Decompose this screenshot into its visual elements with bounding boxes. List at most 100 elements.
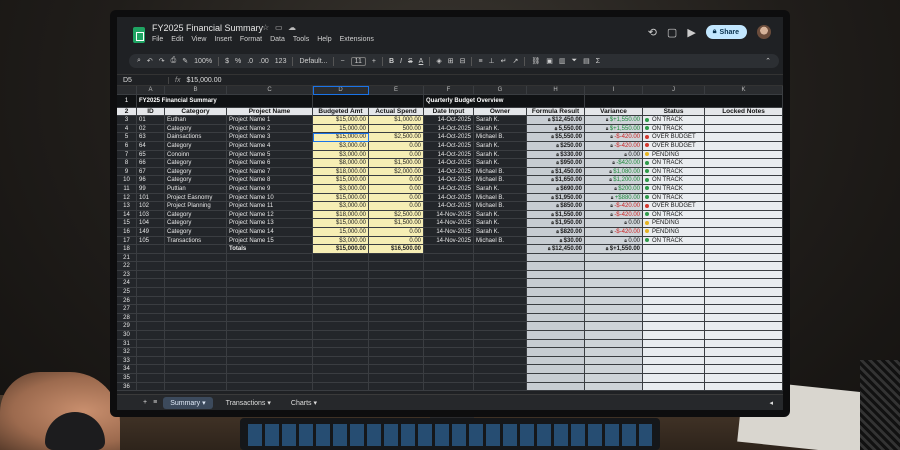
project-name-cell[interactable]: Project Name 9	[227, 184, 313, 194]
empty-cell[interactable]	[585, 262, 643, 271]
empty-cell[interactable]	[643, 322, 705, 332]
variance-cell[interactable]: 🔒︎ -$-420.00	[585, 227, 643, 237]
project-name-cell[interactable]: Project Name 15	[227, 236, 313, 246]
category-cell[interactable]: Category	[165, 219, 227, 228]
formula-input[interactable]: $15,000.00	[186, 77, 221, 84]
empty-cell[interactable]	[705, 245, 783, 254]
variance-cell[interactable]: 🔒︎ -$-420.00	[585, 133, 643, 142]
empty-cell[interactable]	[474, 322, 527, 332]
insert-comment-icon[interactable]: ▣	[546, 57, 553, 65]
owner-cell[interactable]: Michael B.	[474, 193, 527, 203]
owner-cell[interactable]: Michael B.	[474, 176, 527, 185]
row-number[interactable]: 29	[117, 322, 137, 332]
row-number[interactable]: 14	[117, 210, 137, 220]
column-label[interactable]: Status	[643, 107, 705, 117]
category-cell[interactable]: Category	[165, 176, 227, 185]
empty-cell[interactable]	[705, 288, 783, 297]
empty-cell[interactable]	[165, 262, 227, 271]
variance-cell[interactable]: 🔒︎ $+1,550.00	[585, 124, 643, 134]
row-number[interactable]: 8	[117, 159, 137, 168]
row-number[interactable]: 23	[117, 270, 137, 280]
formula-result-cell[interactable]: 🔒︎ $12,450.00	[527, 116, 585, 125]
empty-cell[interactable]	[165, 356, 227, 366]
column-header-b[interactable]: B	[165, 86, 227, 95]
status-cell[interactable]: ON TRACK	[643, 184, 705, 194]
locked-notes-cell[interactable]	[705, 116, 783, 125]
id-cell[interactable]: 96	[137, 176, 165, 185]
row-number[interactable]: 31	[117, 339, 137, 349]
empty-cell[interactable]	[137, 382, 165, 392]
empty-cell[interactable]	[585, 339, 643, 349]
id-cell[interactable]: 66	[137, 159, 165, 168]
formula-result-cell[interactable]: 🔒︎ 5,550.00	[527, 124, 585, 134]
empty-cell[interactable]	[527, 253, 585, 263]
budget-cell[interactable]: 15,000.00	[313, 227, 369, 237]
status-cell[interactable]: PENDING	[643, 219, 705, 228]
owner-cell[interactable]: Sarah K.	[474, 141, 527, 151]
redo-icon[interactable]: ↷	[159, 57, 165, 65]
empty-cell[interactable]	[527, 296, 585, 306]
sheet-title[interactable]: FY2025 Financial Summary	[137, 94, 313, 108]
column-label[interactable]: Variance	[585, 107, 643, 117]
id-cell[interactable]: 101	[137, 193, 165, 203]
italic-icon[interactable]: I	[400, 58, 402, 65]
actual-spend-cell[interactable]: 0.00	[369, 227, 424, 237]
empty-cell[interactable]	[585, 270, 643, 280]
variance-cell[interactable]: 🔒︎ -$-420.00	[585, 202, 643, 211]
comments-icon[interactable]: ▢	[667, 26, 677, 39]
empty-cell[interactable]	[585, 322, 643, 332]
empty-cell[interactable]	[227, 253, 313, 263]
column-label[interactable]: Owner	[474, 107, 527, 117]
empty-cell[interactable]	[227, 382, 313, 392]
empty-cell[interactable]	[585, 296, 643, 306]
empty-cell[interactable]	[705, 313, 783, 323]
row-number[interactable]: 33	[117, 356, 137, 366]
total-formula-cell[interactable]: 🔒︎ $12,450.00	[527, 245, 585, 254]
empty-cell[interactable]	[369, 382, 424, 392]
row-number[interactable]: 2	[117, 107, 137, 117]
locked-notes-cell[interactable]	[705, 167, 783, 177]
empty-cell[interactable]	[643, 262, 705, 271]
empty-cell[interactable]	[585, 313, 643, 323]
empty-cell[interactable]	[424, 331, 474, 340]
decrease-decimal-button[interactable]: .0	[247, 58, 253, 65]
empty-cell[interactable]	[369, 305, 424, 314]
actual-spend-cell[interactable]: 0.00	[369, 141, 424, 151]
filter-icon[interactable]: ⏷	[572, 57, 578, 65]
empty-cell[interactable]	[705, 262, 783, 271]
undo-icon[interactable]: ↶	[147, 57, 153, 65]
empty-cell[interactable]	[527, 262, 585, 271]
budget-cell[interactable]: $18,000.00	[313, 167, 369, 177]
empty-cell[interactable]	[227, 262, 313, 271]
category-cell[interactable]: Project Easnomy	[165, 193, 227, 203]
owner-cell[interactable]: Sarah K.	[474, 124, 527, 134]
column-label[interactable]: Actual Spend	[369, 107, 424, 117]
date-cell[interactable]: 14-Nov-2025	[424, 236, 474, 246]
empty-cell[interactable]	[424, 305, 474, 314]
variance-cell[interactable]: 🔒︎ -$-420.00	[585, 141, 643, 151]
empty-cell[interactable]	[474, 270, 527, 280]
locked-notes-cell[interactable]	[705, 227, 783, 237]
zoom-select[interactable]: 100%	[194, 58, 212, 65]
empty-cell[interactable]	[474, 279, 527, 289]
tab-summary[interactable]: Summary ▾	[163, 396, 213, 409]
empty-cell[interactable]	[227, 288, 313, 297]
empty-cell[interactable]	[369, 279, 424, 289]
empty-cell[interactable]	[474, 382, 527, 392]
category-cell[interactable]: Category	[165, 210, 227, 220]
borders-icon[interactable]: ⊞	[448, 57, 454, 65]
project-name-cell[interactable]: Project Name 8	[227, 176, 313, 185]
locked-notes-cell[interactable]	[705, 159, 783, 168]
formula-result-cell[interactable]: 🔒︎ $5,550.00	[527, 133, 585, 142]
column-label[interactable]: ID	[137, 107, 165, 117]
budget-cell[interactable]: $3,000.00	[313, 141, 369, 151]
empty-cell[interactable]	[137, 270, 165, 280]
empty-cell[interactable]	[705, 279, 783, 289]
empty-cell[interactable]	[424, 339, 474, 349]
column-header-g[interactable]: G	[474, 86, 527, 95]
empty-cell[interactable]	[137, 253, 165, 263]
empty-cell[interactable]	[165, 270, 227, 280]
date-cell[interactable]: 14-Oct-2025	[424, 193, 474, 203]
search-menus-icon[interactable]: ⌕	[137, 57, 141, 65]
empty-cell[interactable]	[585, 374, 643, 383]
